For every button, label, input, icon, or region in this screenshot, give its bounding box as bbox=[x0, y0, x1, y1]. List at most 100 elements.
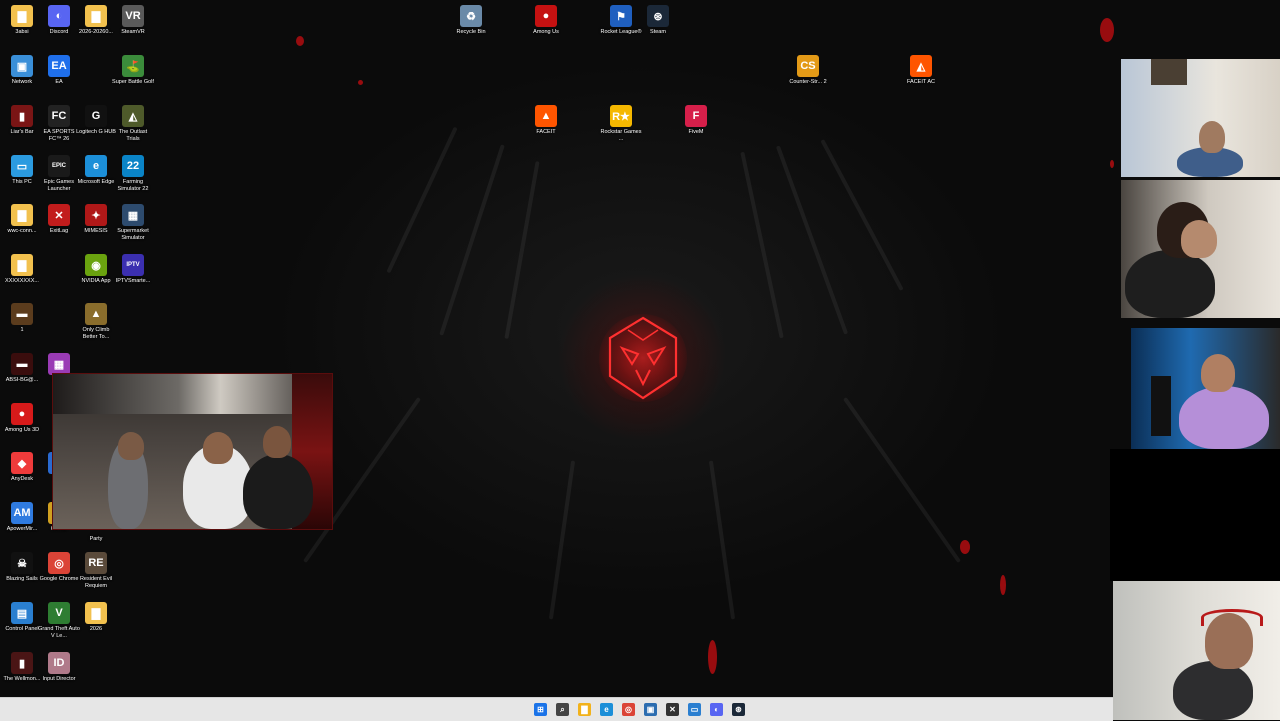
search-icon[interactable]: ⌕ bbox=[556, 703, 569, 716]
xbox-icon[interactable]: ✕ bbox=[666, 703, 679, 716]
desktop-icon-the-wellmon[interactable]: ▮ The Wellmon... bbox=[1, 652, 43, 683]
desktop-icon-network[interactable]: ▣ Network bbox=[1, 55, 43, 86]
eagle-logo bbox=[599, 314, 687, 402]
chrome-icon[interactable]: ◎ bbox=[622, 703, 635, 716]
desktop-icon-label: Discord bbox=[49, 29, 69, 35]
desktop-app-icon: ● bbox=[535, 5, 557, 27]
desktop-icon-steam[interactable]: ⊛ Steam bbox=[637, 5, 679, 36]
desktop-icon-grand-theft-auto-v-le[interactable]: V Grand Theft Auto V Le... bbox=[38, 602, 80, 640]
webcam-group bbox=[52, 373, 333, 530]
desktop-icon-recycle-bin[interactable]: ♻ Recycle Bin bbox=[450, 5, 492, 36]
desktop-app-icon: ⛳ bbox=[122, 55, 144, 77]
desktop-icon-wwc-conn[interactable]: ▇ wwc-conn... bbox=[1, 204, 43, 235]
start-icon[interactable]: ⊞ bbox=[534, 703, 547, 716]
desktop-app-icon: ✕ bbox=[48, 204, 70, 226]
desktop-icon-label: The Outlast Trials bbox=[118, 129, 148, 142]
desktop-icon-rockstar-games[interactable]: R★ Rockstar Games ... bbox=[600, 105, 642, 143]
desktop-icon-among-us[interactable]: ● Among Us bbox=[525, 5, 567, 36]
desktop-icon-absi-bg[interactable]: ▬ ABSI-BG@... bbox=[1, 353, 43, 384]
desktop-app-icon: ▦ bbox=[48, 353, 70, 375]
desktop-icon-ea[interactable]: EA EA bbox=[38, 55, 80, 86]
desktop-icon-label: FACEIT AC bbox=[906, 79, 936, 85]
desktop-icon-2026[interactable]: ▇ 2026 bbox=[75, 602, 117, 633]
desktop-icon-logitech-g-hub[interactable]: G Logitech G HUB bbox=[75, 105, 117, 136]
desktop-icon-label: Google Chrome bbox=[39, 576, 79, 582]
steam-icon[interactable]: ⊛ bbox=[732, 703, 745, 716]
desktop-app-icon: RE bbox=[85, 552, 107, 574]
desktop-icon-label: This PC bbox=[12, 179, 32, 185]
desktop-icon-label: FiveM bbox=[688, 129, 704, 135]
file-explorer-icon[interactable]: ▇ bbox=[578, 703, 591, 716]
desktop-icon-2026-20260[interactable]: ▇ 2026-20260... bbox=[75, 5, 117, 36]
desktop-icon-label: Logitech G HUB bbox=[76, 129, 116, 135]
desktop-icon-super-battle-golf[interactable]: ⛳ Super Battle Golf bbox=[112, 55, 154, 86]
desktop-icon-label: Among Us bbox=[533, 29, 559, 35]
desktop-icon-among-us-3d[interactable]: ● Among Us 3D bbox=[1, 403, 43, 434]
desktop-icon-label: Grand Theft Auto V Le... bbox=[38, 626, 80, 639]
desktop-app-icon: ◐ bbox=[48, 5, 70, 27]
window-icon[interactable]: ▭ bbox=[688, 703, 701, 716]
desktop-app-icon: ▇ bbox=[85, 5, 107, 27]
desktop-icon-3absi[interactable]: ▇ 3absi bbox=[1, 5, 43, 36]
desktop-icon-xxxxxxxx[interactable]: ▇ XXXXXXXX... bbox=[1, 254, 43, 285]
desktop-icon-exitlag[interactable]: ✕ ExitLag bbox=[38, 204, 80, 235]
desktop-app-icon: ▇ bbox=[11, 204, 33, 226]
desktop-icon-blazing-sails[interactable]: ☠ Blazing Sails bbox=[1, 552, 43, 583]
desktop-app-icon: ▬ bbox=[11, 303, 33, 325]
desktop-icon-label: Liar's Bar bbox=[10, 129, 34, 135]
desktop-app-icon: F bbox=[685, 105, 707, 127]
desktop-app-icon: ◎ bbox=[48, 552, 70, 574]
desktop-icon-farming-simulator-22[interactable]: 22 Farming Simulator 22 bbox=[112, 155, 154, 193]
desktop-icon-counter-str-2[interactable]: CS Counter-Str... 2 bbox=[787, 55, 829, 86]
desktop-app-icon: ▭ bbox=[11, 155, 33, 177]
desktop-app-icon: ◭ bbox=[122, 105, 144, 127]
desktop-icon-only-climb-better-to[interactable]: ▲ Only Climb Better To... bbox=[75, 303, 117, 341]
desktop-icon-label: IPTVSmarte... bbox=[115, 278, 151, 284]
desktop-icon-control-panel[interactable]: ▤ Control Panel bbox=[1, 602, 43, 633]
desktop-icon-label: 3absi bbox=[15, 29, 29, 35]
desktop-icon-microsoft-edge[interactable]: e Microsoft Edge bbox=[75, 155, 117, 186]
desktop-icon-steamvr[interactable]: VR SteamVR bbox=[112, 5, 154, 36]
desktop-icon-apowermir[interactable]: AM ApowerMir... bbox=[1, 502, 43, 533]
desktop-icon-label: Farming Simulator 22 bbox=[117, 179, 149, 192]
desktop-icon-fivem[interactable]: F FiveM bbox=[675, 105, 717, 136]
discord-icon[interactable]: ◐ bbox=[710, 703, 723, 716]
desktop-icon-input-director[interactable]: ID Input Director bbox=[38, 652, 80, 683]
desktop-icon-nvidia-app[interactable]: ◉ NVIDIA App bbox=[75, 254, 117, 285]
desktop-icon-this-pc[interactable]: ▭ This PC bbox=[1, 155, 43, 186]
desktop-icon-label: Only Climb Better To... bbox=[82, 327, 110, 340]
desktop-icon-liar-s-bar[interactable]: ▮ Liar's Bar bbox=[1, 105, 43, 136]
desktop-icon-google-chrome[interactable]: ◎ Google Chrome bbox=[38, 552, 80, 583]
desktop-app-icon: ▤ bbox=[11, 602, 33, 624]
taskbar: ⊞ ⌕ ▇ e ◎ ▣ ✕ ▭ ◐ ⊛ bbox=[0, 697, 1113, 721]
edge-icon[interactable]: e bbox=[600, 703, 613, 716]
desktop-icon-label: 2026-20260... bbox=[79, 29, 113, 35]
desktop-icon-the-outlast-trials[interactable]: ◭ The Outlast Trials bbox=[112, 105, 154, 143]
desktop-icon-faceit[interactable]: ▲ FACEIT bbox=[525, 105, 567, 136]
desktop-app-icon: ⊛ bbox=[647, 5, 669, 27]
desktop-icon-discord[interactable]: ◐ Discord bbox=[38, 5, 80, 36]
desktop-icon-faceit-ac[interactable]: ◭ FACEIT AC bbox=[900, 55, 942, 86]
desktop-icon-label: Microsoft Edge bbox=[77, 179, 115, 185]
desktop-app-icon: R★ bbox=[610, 105, 632, 127]
desktop-icon-label: Input Director bbox=[42, 676, 76, 682]
app-icon[interactable]: ▣ bbox=[644, 703, 657, 716]
desktop-icon-epic-games-launcher[interactable]: EPIC Epic Games Launcher bbox=[38, 155, 80, 193]
desktop-icon-label: NVIDIA App bbox=[81, 278, 111, 284]
desktop-icon-label: Supermarket Simulator bbox=[117, 228, 149, 241]
desktop-icon-label: MIMESIS bbox=[84, 228, 108, 234]
desktop-icon-label: Epic Games Launcher bbox=[44, 179, 74, 192]
desktop-icon-mimesis[interactable]: ✦ MIMESIS bbox=[75, 204, 117, 235]
desktop-icon-label: Counter-Str... 2 bbox=[789, 79, 827, 85]
desktop-app-icon: ▲ bbox=[535, 105, 557, 127]
desktop-icon-supermarket-simulator[interactable]: ▦ Supermarket Simulator bbox=[112, 204, 154, 242]
desktop-icon-ea-sports-fc-26[interactable]: FC EA SPORTS FC™ 26 bbox=[38, 105, 80, 143]
desktop-icon-label: EA bbox=[55, 79, 63, 85]
desktop-icon-anydesk[interactable]: ◆ AnyDesk bbox=[1, 452, 43, 483]
desktop-icon-resident-evil-requiem[interactable]: RE Resident Evil Requiem bbox=[75, 552, 117, 590]
desktop-icon-party[interactable]: Party bbox=[75, 534, 117, 543]
desktop-icon-label: SteamVR bbox=[121, 29, 145, 35]
desktop-icon-rocket-league[interactable]: ⚑ Rocket League® bbox=[600, 5, 642, 36]
desktop-icon-1[interactable]: ▬ 1 bbox=[1, 303, 43, 334]
desktop-icon-iptvsmarte[interactable]: IPTV IPTVSmarte... bbox=[112, 254, 154, 285]
